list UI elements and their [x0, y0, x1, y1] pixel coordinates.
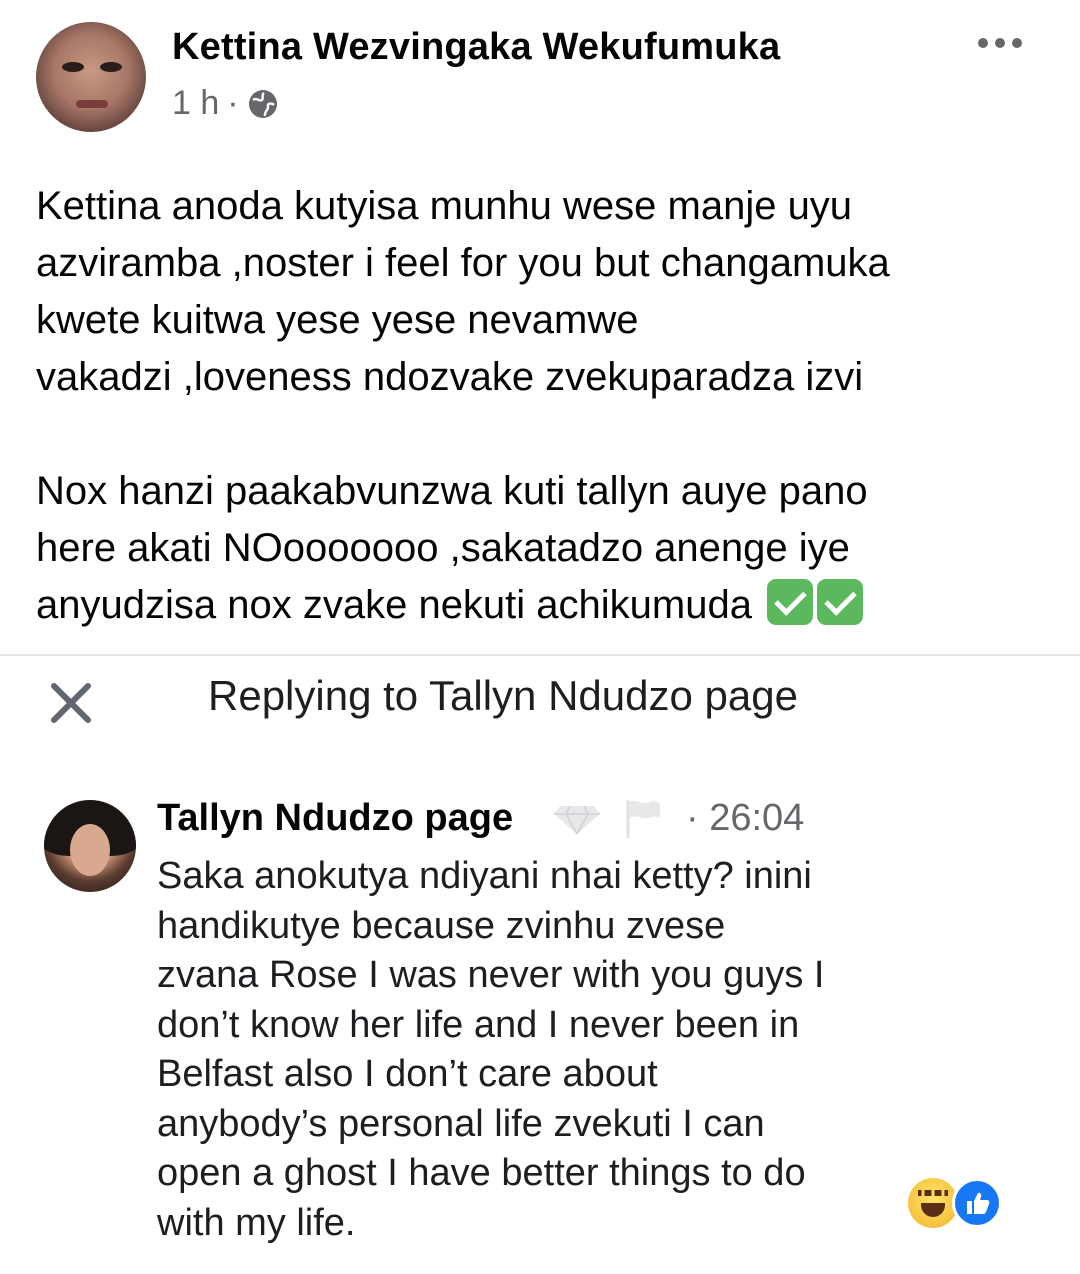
flag-icon	[626, 800, 660, 838]
globe-icon	[248, 89, 277, 118]
author-avatar[interactable]	[36, 22, 146, 132]
reaction-summary[interactable]	[908, 1174, 1018, 1230]
dot	[995, 38, 1005, 48]
post-line-text: anyudzisa nox zvake nekuti achikumuda	[36, 583, 752, 627]
comment-line: handikutye because zvinhu zvese	[157, 904, 726, 947]
comment-line: anybody’s personal life zvekuti I can	[157, 1102, 765, 1145]
avatar-eye	[62, 62, 84, 72]
post-line: vakadzi ,loveness ndozvake zvekuparadza …	[36, 355, 864, 399]
meta-separator: ·	[227, 84, 239, 122]
post-text: Kettina anoda kutyisa munhu wese manje u…	[36, 178, 1046, 634]
comment-line: with my life.	[157, 1201, 356, 1244]
dot	[1012, 38, 1022, 48]
post-line: azviramba ,noster i feel for you but cha…	[36, 241, 890, 285]
more-horizontal-icon[interactable]	[978, 30, 1028, 56]
haha-icon	[908, 1178, 958, 1228]
post-line: here akati NOooooooo ,sakatadzo anenge i…	[36, 526, 850, 570]
comment-line: zvana Rose I was never with you guys I	[157, 954, 825, 996]
check-mark-icon	[767, 579, 814, 625]
post-line-last: anyudzisa nox zvake nekuti achikumuda	[36, 577, 1046, 634]
commenter-avatar[interactable]	[44, 800, 136, 892]
avatar-mouth	[76, 100, 108, 108]
diamond-badge-icon	[554, 805, 600, 835]
post-line: Nox hanzi paakabvunzwa kuti tallyn auye …	[36, 469, 868, 513]
comment-line: Belfast also I don’t care about	[157, 1053, 658, 1095]
reply-title: Replying to Tallyn Ndudzo page	[208, 672, 798, 719]
comment-line: open a ghost I have better things to do	[157, 1152, 806, 1194]
close-icon[interactable]	[46, 678, 96, 728]
comment-text: Saka anokutya ndiyani nhai ketty? inini …	[157, 852, 917, 1248]
avatar-face	[70, 824, 110, 876]
post-line: kwete kuitwa yese yese nevamwe	[36, 298, 639, 342]
like-icon	[952, 1178, 1002, 1228]
author-name[interactable]: Kettina Wezvingaka Wekufumuka	[172, 26, 780, 69]
check-mark-icon	[817, 579, 864, 625]
avatar-eye	[100, 62, 122, 72]
dot	[978, 38, 988, 48]
commenter-name[interactable]: Tallyn Ndudzo page	[157, 797, 513, 840]
post-header: Kettina Wezvingaka Wekufumuka 1 h ·	[0, 0, 1080, 150]
comment-line: don’t know her life and I never been in	[157, 1003, 800, 1046]
post-meta: 1 h ·	[172, 84, 279, 123]
comment-time[interactable]: · 26:04	[686, 797, 804, 840]
comment-line: Saka anokutya ndiyani nhai ketty? inini	[157, 855, 812, 897]
post-line: Kettina anoda kutyisa munhu wese manje u…	[36, 184, 853, 228]
post-time[interactable]: 1 h	[172, 84, 219, 123]
